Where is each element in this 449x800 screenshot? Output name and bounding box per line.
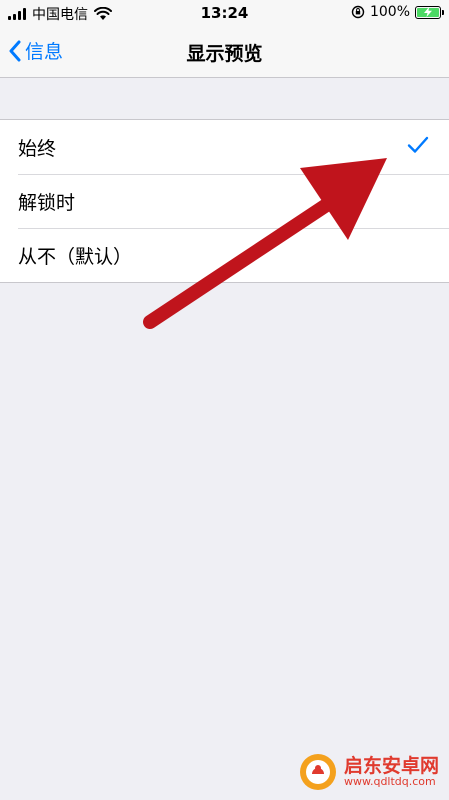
battery-fill bbox=[417, 6, 439, 17]
charging-bolt-icon bbox=[424, 6, 432, 17]
option-never[interactable]: 从不（默认） bbox=[0, 228, 449, 282]
watermark: 启东安卓网 www.qdltdq.com bbox=[298, 752, 439, 792]
status-right: 100% bbox=[351, 4, 444, 20]
watermark-logo-icon bbox=[299, 754, 336, 790]
option-when-unlocked[interactable]: 解锁时 bbox=[0, 174, 449, 228]
watermark-url: www.qdltdq.com bbox=[343, 775, 436, 789]
navigation-bar: 信息 显示预览 bbox=[0, 26, 449, 78]
rotation-lock-icon bbox=[351, 5, 365, 19]
option-label: 始终 bbox=[18, 137, 57, 160]
option-always[interactable]: 始终 bbox=[0, 120, 449, 174]
battery-icon bbox=[415, 5, 444, 19]
battery-percent: 100% bbox=[369, 4, 410, 20]
preview-options-list: 始终 解锁时 从不（默认） bbox=[0, 119, 449, 283]
page-title: 显示预览 bbox=[186, 43, 263, 65]
status-bar: 中国电信 13:24 100% bbox=[0, 0, 449, 26]
checkmark-icon bbox=[407, 136, 429, 153]
watermark-text: 启东安卓网 www.qdltdq.com bbox=[343, 754, 439, 789]
option-label: 从不（默认） bbox=[18, 245, 133, 268]
option-label: 解锁时 bbox=[18, 191, 76, 214]
watermark-name: 启东安卓网 bbox=[343, 754, 439, 777]
